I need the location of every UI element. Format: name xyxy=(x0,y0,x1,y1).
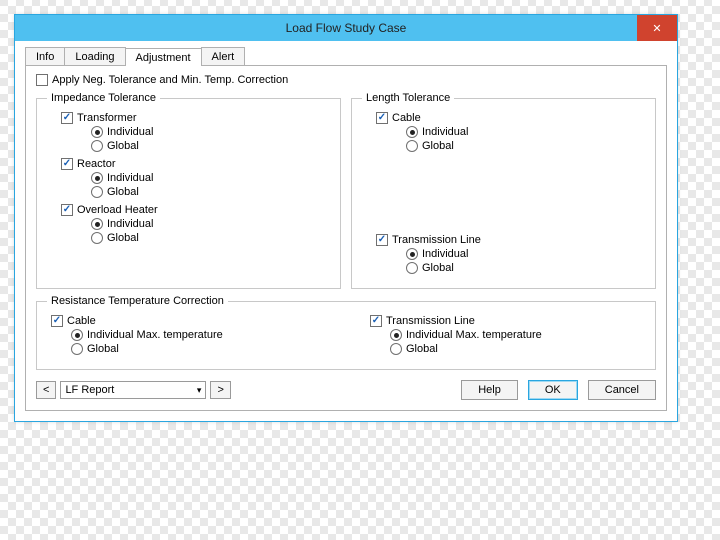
overload-heater-individual-radio[interactable] xyxy=(91,218,103,230)
cancel-button[interactable]: Cancel xyxy=(588,380,656,400)
length-cable-individual-radio[interactable] xyxy=(406,126,418,138)
overload-heater-checkbox[interactable] xyxy=(61,204,73,216)
titlebar: Load Flow Study Case ✕ xyxy=(15,15,677,41)
reactor-label: Reactor xyxy=(77,158,116,170)
apply-neg-checkbox[interactable] xyxy=(36,74,48,86)
overload-heater-global-radio[interactable] xyxy=(91,232,103,244)
report-select-value: LF Report xyxy=(65,384,114,396)
length-tl-global-radio[interactable] xyxy=(406,262,418,274)
length-tl-individual-radio[interactable] xyxy=(406,248,418,260)
resist-tl-checkbox[interactable] xyxy=(370,315,382,327)
ok-button[interactable]: OK xyxy=(528,380,578,400)
transformer-label: Transformer xyxy=(77,112,137,124)
overload-heater-label: Overload Heater xyxy=(77,204,158,216)
apply-neg-row: Apply Neg. Tolerance and Min. Temp. Corr… xyxy=(36,74,656,86)
help-button[interactable]: Help xyxy=(461,380,518,400)
resist-tl-individual-radio[interactable] xyxy=(390,329,402,341)
reactor-checkbox[interactable] xyxy=(61,158,73,170)
window-title: Load Flow Study Case xyxy=(286,21,407,35)
footer: < LF Report ▾ > Help OK Cancel xyxy=(36,380,656,400)
resist-cable-global-radio[interactable] xyxy=(71,343,83,355)
impedance-legend: Impedance Tolerance xyxy=(47,92,160,104)
length-tl-label: Transmission Line xyxy=(392,234,481,246)
tab-alert[interactable]: Alert xyxy=(201,47,246,65)
transformer-global-radio[interactable] xyxy=(91,140,103,152)
tab-info[interactable]: Info xyxy=(25,47,65,65)
resistance-legend: Resistance Temperature Correction xyxy=(47,295,228,307)
dialog-window: Load Flow Study Case ✕ Info Loading Adju… xyxy=(14,14,678,422)
chevron-down-icon: ▾ xyxy=(197,385,202,396)
apply-neg-label: Apply Neg. Tolerance and Min. Temp. Corr… xyxy=(52,74,288,86)
resist-tl-label: Transmission Line xyxy=(386,315,475,327)
length-cable-checkbox[interactable] xyxy=(376,112,388,124)
impedance-tolerance-group: Impedance Tolerance Transformer Individu… xyxy=(36,92,341,289)
client-area: Info Loading Adjustment Alert Apply Neg.… xyxy=(15,41,677,421)
length-cable-global-radio[interactable] xyxy=(406,140,418,152)
reactor-individual-radio[interactable] xyxy=(91,172,103,184)
resistance-group: Resistance Temperature Correction Cable … xyxy=(36,295,656,370)
tabpanel-adjustment: Apply Neg. Tolerance and Min. Temp. Corr… xyxy=(25,65,667,411)
transformer-checkbox[interactable] xyxy=(61,112,73,124)
resist-cable-individual-radio[interactable] xyxy=(71,329,83,341)
resist-cable-checkbox[interactable] xyxy=(51,315,63,327)
close-button[interactable]: ✕ xyxy=(637,15,677,41)
tab-adjustment[interactable]: Adjustment xyxy=(125,48,202,66)
next-report-button[interactable]: > xyxy=(210,381,230,399)
resist-tl-global-radio[interactable] xyxy=(390,343,402,355)
tab-loading[interactable]: Loading xyxy=(64,47,125,65)
reactor-global-radio[interactable] xyxy=(91,186,103,198)
prev-report-button[interactable]: < xyxy=(36,381,56,399)
transformer-individual-radio[interactable] xyxy=(91,126,103,138)
length-legend: Length Tolerance xyxy=(362,92,454,104)
report-select[interactable]: LF Report ▾ xyxy=(60,381,206,399)
resist-cable-label: Cable xyxy=(67,315,96,327)
length-cable-label: Cable xyxy=(392,112,421,124)
tabstrip: Info Loading Adjustment Alert xyxy=(25,47,667,65)
length-tl-checkbox[interactable] xyxy=(376,234,388,246)
close-icon: ✕ xyxy=(652,22,661,35)
length-tolerance-group: Length Tolerance Cable Individual Global xyxy=(351,92,656,289)
